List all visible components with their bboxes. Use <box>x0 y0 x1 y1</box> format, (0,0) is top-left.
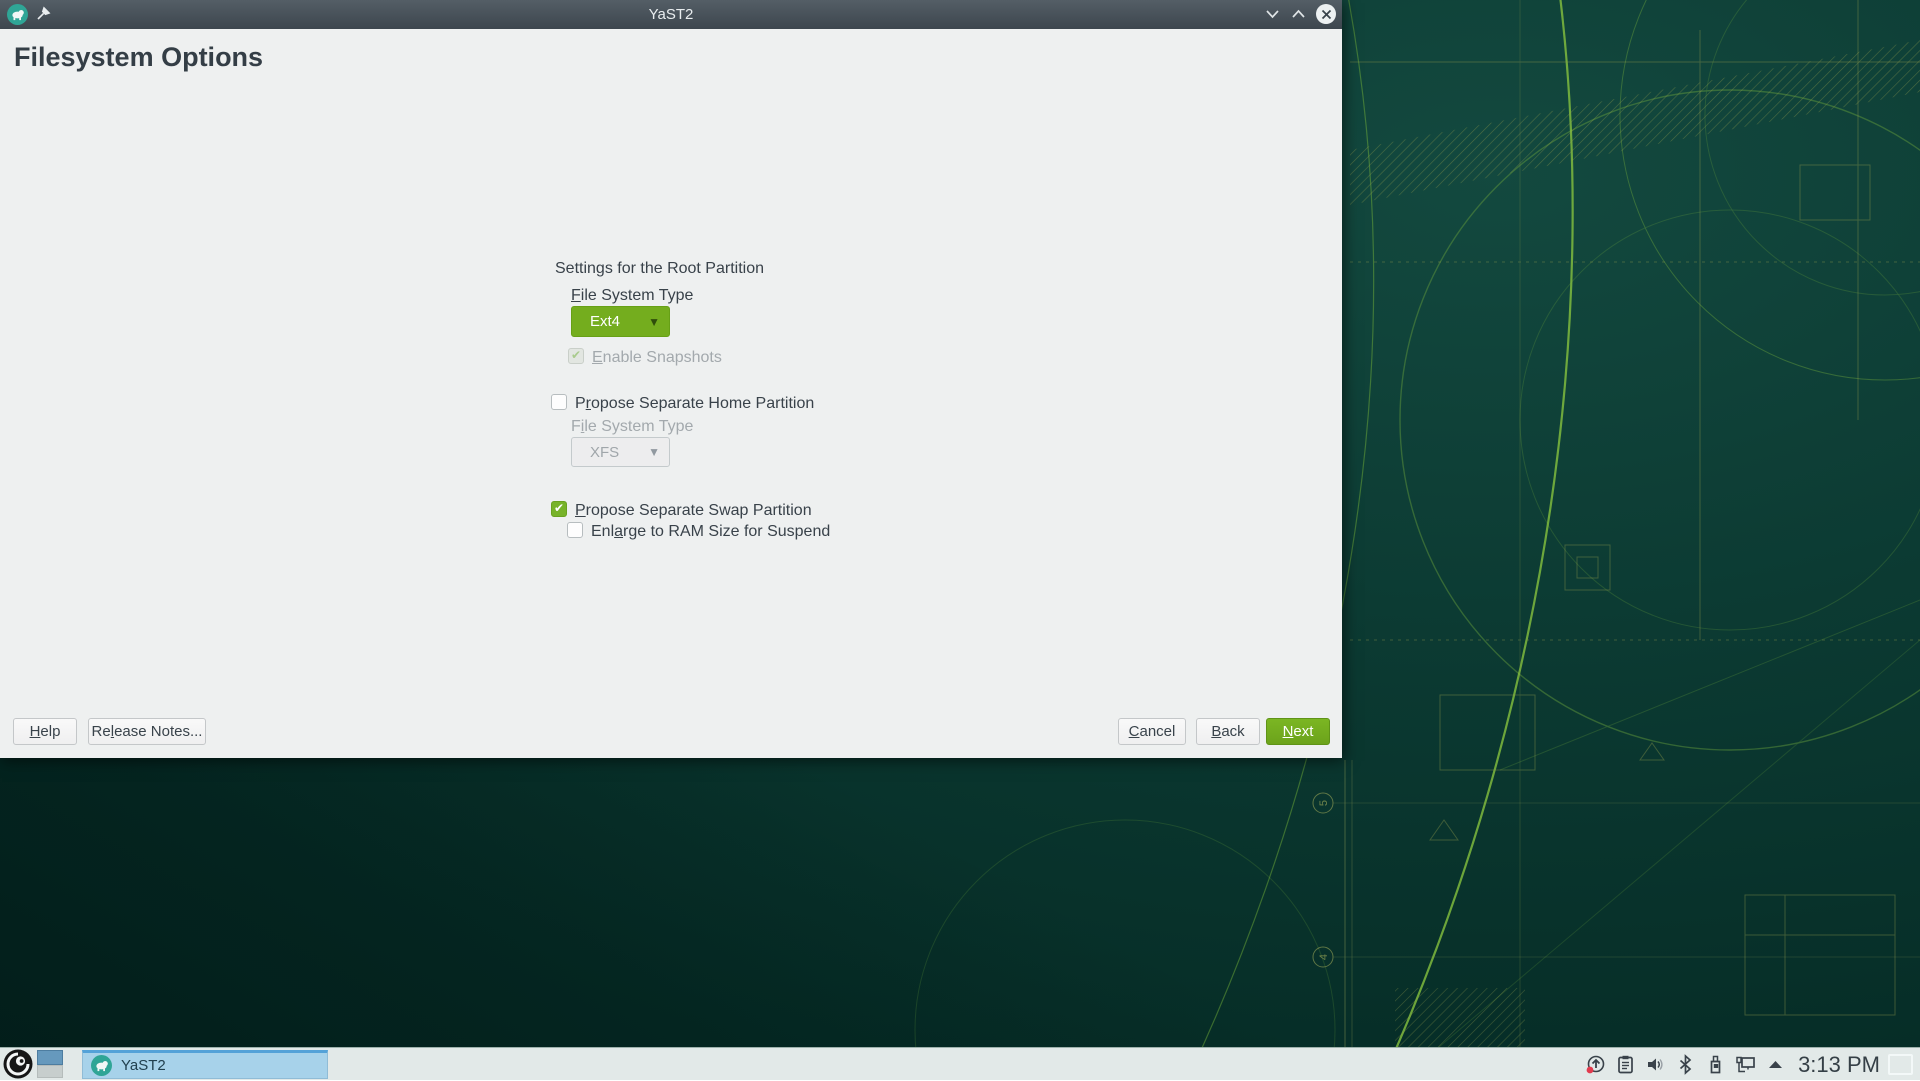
chevron-down-icon: ▼ <box>648 316 660 328</box>
yast-app-icon <box>91 1055 112 1076</box>
enlarge-ram-checkbox[interactable] <box>567 522 583 538</box>
page-title: Filesystem Options <box>14 42 263 73</box>
volume-icon[interactable] <box>1645 1054 1666 1075</box>
task-label: YaST2 <box>121 1057 166 1074</box>
network-icon[interactable] <box>1735 1054 1756 1075</box>
application-menu-button[interactable] <box>3 1049 33 1079</box>
enable-snapshots-label[interactable]: Enable Snapshots <box>592 349 722 367</box>
show-desktop-button[interactable] <box>1888 1054 1913 1075</box>
swap-partition-label[interactable]: Propose Separate Swap Partition <box>575 502 812 520</box>
home-fs-type-dropdown[interactable]: XFS ▼ <box>571 437 670 467</box>
desktop: 5 4 YaST2 <box>0 0 1920 1080</box>
system-tray <box>1585 1048 1786 1081</box>
usb-device-icon[interactable] <box>1705 1054 1726 1075</box>
fs-type-value: Ext4 <box>572 313 620 330</box>
wallpaper-grid-label-5: 5 <box>1318 800 1330 806</box>
close-icon <box>1321 9 1332 20</box>
cancel-button[interactable]: Cancel <box>1118 718 1186 745</box>
root-partition-section-label: Settings for the Root Partition <box>555 260 764 278</box>
home-fs-type-label: File System Type <box>571 418 693 436</box>
chevron-down-icon: ▼ <box>648 446 660 458</box>
wallpaper-grid-label-4: 4 <box>1318 954 1330 960</box>
maximize-icon[interactable] <box>1291 8 1306 20</box>
home-partition-label[interactable]: Propose Separate Home Partition <box>575 395 814 413</box>
help-button[interactable]: Help <box>13 718 77 745</box>
close-button[interactable] <box>1316 4 1336 24</box>
minimize-icon[interactable] <box>1265 8 1280 20</box>
release-notes-button[interactable]: Release Notes... <box>88 718 206 745</box>
taskbar: YaST2 <box>0 1047 1920 1080</box>
bluetooth-icon[interactable] <box>1675 1054 1696 1075</box>
fs-type-dropdown[interactable]: Ext4 ▼ <box>571 306 670 337</box>
fs-type-label: File System Type <box>571 287 693 305</box>
window-title: YaST2 <box>0 6 1342 23</box>
yast2-window: YaST2 Filesystem Options Settings for th… <box>0 0 1342 758</box>
expand-tray-icon[interactable] <box>1765 1054 1786 1075</box>
taskbar-task-yast2[interactable]: YaST2 <box>82 1050 328 1079</box>
taskbar-clock[interactable]: 3:13 PM <box>1798 1048 1880 1081</box>
pager-desktop-1[interactable] <box>37 1050 63 1065</box>
back-button[interactable]: Back <box>1196 718 1260 745</box>
next-button[interactable]: Next <box>1266 718 1330 745</box>
software-update-icon[interactable] <box>1585 1054 1606 1075</box>
swap-partition-checkbox[interactable] <box>551 501 567 517</box>
enlarge-ram-label[interactable]: Enlarge to RAM Size for Suspend <box>591 523 830 541</box>
home-fs-type-value: XFS <box>572 444 619 461</box>
pager-desktop-2[interactable] <box>37 1065 63 1078</box>
home-partition-checkbox[interactable] <box>551 394 567 410</box>
titlebar[interactable]: YaST2 <box>0 0 1342 29</box>
enable-snapshots-checkbox[interactable] <box>568 348 584 364</box>
clipboard-icon[interactable] <box>1615 1054 1636 1075</box>
